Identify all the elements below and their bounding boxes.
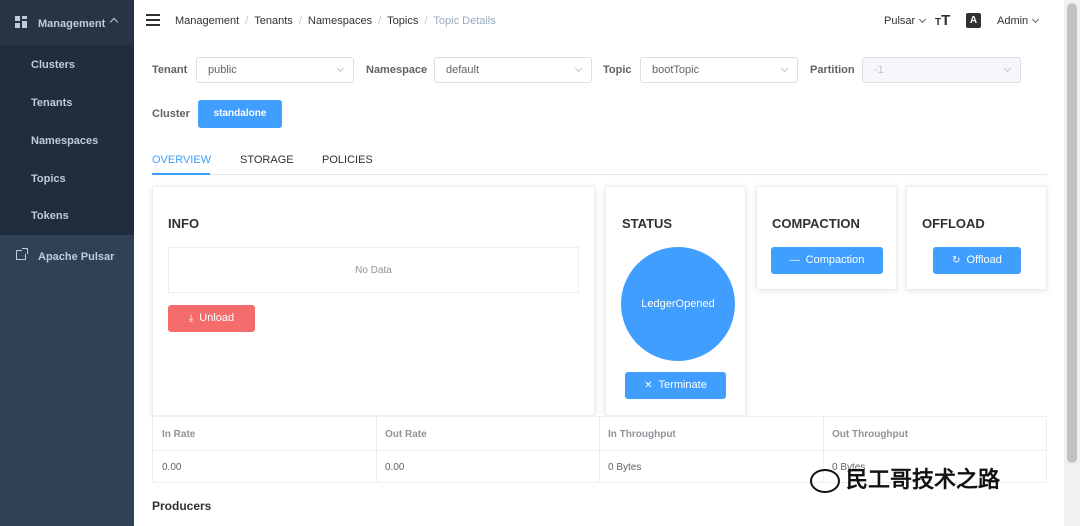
info-card	[152, 186, 595, 416]
cluster-standalone-button[interactable]: standalone	[198, 100, 282, 128]
breadcrumb-current: Topic Details	[433, 15, 496, 27]
namespace-select-value: default	[446, 64, 480, 76]
close-icon: ✕	[644, 380, 653, 391]
tenant-label: Tenant	[152, 64, 188, 76]
value-in-rate: 0.00	[162, 462, 182, 473]
sidebar: Management Clusters Tenants Namespaces T…	[0, 0, 134, 526]
compaction-button[interactable]: — Compaction	[771, 247, 883, 274]
watermark: 民工哥技术之路	[810, 462, 1000, 494]
tabs-divider	[152, 174, 1047, 175]
partition-select: -1	[862, 57, 1021, 83]
chevron-down-icon	[1003, 64, 1012, 73]
sidebar-group-management[interactable]: Management	[0, 0, 134, 45]
compaction-title: COMPACTION	[772, 216, 860, 231]
header-in-rate: In Rate	[162, 429, 196, 440]
partition-select-value: -1	[874, 64, 884, 76]
topic-select[interactable]: bootTopic	[640, 57, 798, 83]
column-divider	[376, 417, 377, 482]
minus-icon: —	[789, 255, 800, 266]
terminate-button[interactable]: ✕ Terminate	[625, 372, 726, 399]
sidebar-item-tokens[interactable]: Tokens	[31, 210, 69, 222]
info-title: INFO	[168, 216, 200, 231]
unload-button[interactable]: ⤓ Unload	[168, 305, 255, 332]
partition-label: Partition	[810, 64, 855, 76]
font-size-icon-large: T	[941, 12, 951, 29]
download-icon: ⤓	[188, 313, 194, 324]
chevron-down-icon	[336, 64, 345, 73]
sidebar-submenu: Clusters Tenants Namespaces Topics Token…	[0, 45, 134, 235]
offload-label: Offload	[966, 254, 1002, 266]
breadcrumb-tenants[interactable]: Tenants	[254, 15, 293, 27]
external-link-icon	[16, 248, 28, 260]
chevron-down-icon	[574, 64, 583, 73]
unload-label: Unload	[199, 312, 235, 324]
active-tab-indicator	[152, 173, 210, 175]
chevron-down-icon	[780, 64, 789, 73]
breadcrumb-topics[interactable]: Topics	[387, 15, 418, 27]
refresh-icon: ↻	[952, 255, 961, 266]
wechat-icon	[810, 469, 840, 493]
value-in-throughput: 0 Bytes	[608, 462, 642, 473]
tab-overview[interactable]: OVERVIEW	[152, 154, 211, 166]
sidebar-link-apache-pulsar[interactable]: Apache Pulsar	[38, 251, 114, 263]
dashboard-grid-icon	[15, 16, 27, 28]
header-out-throughput: Out Throughput	[832, 429, 909, 440]
namespace-label: Namespace	[366, 64, 428, 76]
compaction-label: Compaction	[805, 254, 865, 266]
terminate-label: Terminate	[658, 379, 707, 391]
namespace-select[interactable]: default	[434, 57, 592, 83]
sidebar-item-topics[interactable]: Topics	[31, 173, 66, 185]
breadcrumb-namespaces[interactable]: Namespaces	[308, 15, 372, 27]
header-out-rate: Out Rate	[385, 429, 427, 440]
compaction-card	[756, 186, 897, 290]
tab-policies[interactable]: POLICIES	[322, 154, 373, 166]
chevron-down-icon	[1032, 15, 1040, 24]
value-out-rate: 0.00	[385, 462, 405, 473]
watermark-text: 民工哥技术之路	[846, 468, 1001, 493]
tenant-select[interactable]: public	[196, 57, 354, 83]
offload-title: OFFLOAD	[922, 216, 985, 231]
chevron-up-icon	[109, 17, 119, 27]
status-indicator: LedgerOpened	[621, 247, 735, 361]
tenant-select-value: public	[208, 64, 237, 76]
scrollbar-thumb[interactable]	[1067, 3, 1077, 463]
hamburger-menu-icon[interactable]	[146, 14, 160, 26]
cluster-label: Cluster	[152, 108, 190, 120]
sidebar-item-namespaces[interactable]: Namespaces	[31, 135, 98, 147]
sidebar-item-clusters[interactable]: Clusters	[31, 59, 75, 71]
header-in-throughput: In Throughput	[608, 429, 676, 440]
offload-button[interactable]: ↻ Offload	[933, 247, 1021, 274]
breadcrumb-management[interactable]: Management	[175, 15, 239, 27]
producers-title: Producers	[152, 499, 212, 513]
environment-label: Pulsar	[884, 15, 916, 27]
status-title: STATUS	[622, 216, 673, 231]
chevron-down-icon	[919, 15, 927, 24]
user-dropdown[interactable]: Admin	[997, 15, 1040, 27]
tab-storage[interactable]: STORAGE	[240, 154, 294, 166]
environment-dropdown[interactable]: Pulsar	[884, 15, 927, 27]
column-divider	[599, 417, 600, 482]
user-label: Admin	[997, 15, 1029, 27]
breadcrumb: Management / Tenants / Namespaces / Topics / Top…	[175, 15, 496, 27]
topic-select-value: bootTopic	[652, 64, 700, 76]
language-icon[interactable]: A	[966, 13, 981, 28]
offload-card	[906, 186, 1047, 290]
font-size-icon[interactable]: TT	[935, 12, 950, 29]
topic-label: Topic	[603, 64, 632, 76]
sidebar-group-label: Management	[38, 18, 106, 30]
sidebar-item-tenants[interactable]: Tenants	[31, 97, 72, 109]
info-empty-state: No Data	[168, 247, 579, 293]
